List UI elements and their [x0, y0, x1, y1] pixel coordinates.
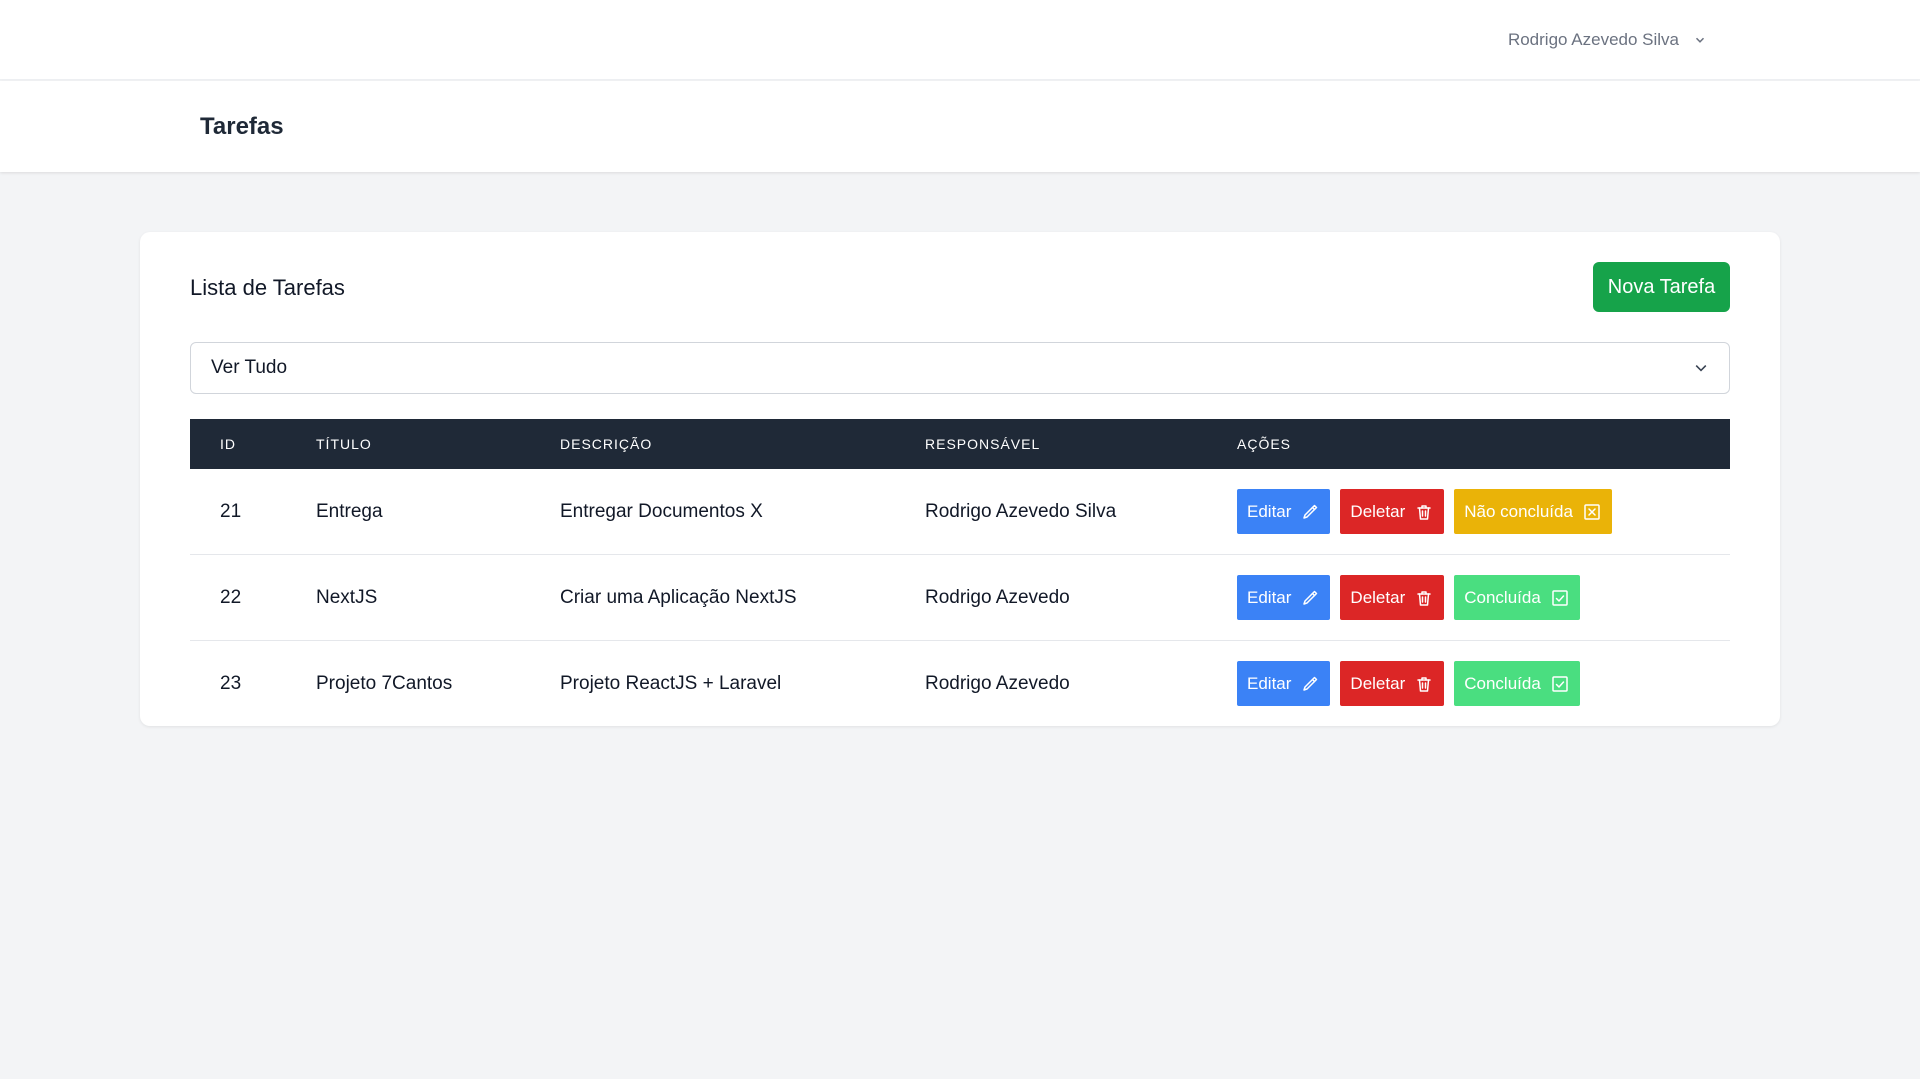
card-title: Lista de Tarefas	[190, 275, 345, 300]
x-square-icon	[1584, 503, 1600, 520]
edit-button-label: Editar	[1247, 673, 1292, 693]
table-header: ID TÍTULO DESCRIÇÃO RESPONSÁVEL AÇÕES	[190, 419, 1730, 469]
row-actions: Editar Deletar Concluída	[1237, 661, 1580, 706]
user-menu[interactable]: Rodrigo Azevedo Silva	[1508, 26, 1707, 54]
cell-id: 22	[220, 587, 242, 608]
edit-button[interactable]: Editar	[1237, 489, 1331, 534]
check-square-icon	[1552, 589, 1568, 606]
column-header-id: ID	[220, 436, 236, 452]
chevron-down-icon	[1695, 37, 1705, 43]
task-table: ID TÍTULO DESCRIÇÃO RESPONSÁVEL AÇÕES 21…	[190, 419, 1730, 727]
status-toggle-button[interactable]: Concluída	[1454, 661, 1580, 706]
cell-title: NextJS	[316, 587, 378, 608]
filter-selected-value: Ver Tudo	[211, 357, 288, 378]
chevron-down-icon	[1695, 365, 1707, 372]
status-toggle-button[interactable]: Concluída	[1454, 575, 1580, 620]
page-header: Tarefas	[0, 81, 1920, 172]
row-actions: Editar Deletar Concluída	[1237, 575, 1580, 620]
edit-button[interactable]: Editar	[1237, 575, 1331, 620]
status-toggle-button[interactable]: Não concluída	[1454, 489, 1612, 534]
table-row: 21 Entrega Entregar Documentos X Rodrigo Az…	[190, 469, 1730, 555]
cell-responsible: Rodrigo Azevedo	[925, 587, 1070, 608]
cell-description: Projeto ReactJS + Laravel	[560, 673, 782, 694]
check-square-icon	[1552, 675, 1568, 692]
table-row: 22 NextJS Criar uma Aplicação NextJS Rodrig…	[190, 555, 1730, 641]
edit-button-label: Editar	[1247, 501, 1292, 521]
trash-icon	[1417, 676, 1431, 692]
column-header-responsible: RESPONSÁVEL	[925, 436, 1041, 452]
filter-select[interactable]: Ver Tudo	[190, 342, 1730, 394]
status-label: Não concluída	[1464, 501, 1573, 521]
task-list-card: Lista de Tarefas Nova Tarefa Ver Tudo ID…	[140, 232, 1780, 726]
user-name: Rodrigo Azevedo Silva	[1507, 30, 1679, 49]
column-header-actions: AÇÕES	[1237, 436, 1292, 452]
pencil-icon	[1303, 590, 1318, 605]
new-task-button[interactable]: Nova Tarefa	[1593, 262, 1730, 312]
cell-id: 21	[220, 501, 242, 522]
row-actions: Editar Deletar Não concluída	[1237, 489, 1612, 534]
status-label: Concluída	[1464, 587, 1541, 607]
cell-id: 23	[220, 673, 242, 694]
trash-icon	[1417, 590, 1431, 606]
pencil-icon	[1303, 676, 1318, 691]
page-title: Tarefas	[200, 113, 284, 140]
column-header-title: TÍTULO	[316, 436, 372, 452]
cell-description: Entregar Documentos X	[560, 501, 763, 522]
table-row: 23 Projeto 7Cantos Projeto ReactJS + Larav…	[190, 641, 1730, 727]
cell-responsible: Rodrigo Azevedo Silva	[925, 501, 1117, 522]
delete-button-label: Deletar	[1350, 673, 1406, 693]
pencil-icon	[1303, 504, 1318, 519]
status-label: Concluída	[1464, 673, 1541, 693]
cell-title: Entrega	[316, 501, 383, 522]
cell-title: Projeto 7Cantos	[316, 673, 453, 694]
column-header-description: DESCRIÇÃO	[560, 436, 653, 452]
cell-responsible: Rodrigo Azevedo	[925, 673, 1070, 694]
delete-button[interactable]: Deletar	[1340, 575, 1445, 620]
delete-button-label: Deletar	[1350, 501, 1406, 521]
delete-button-label: Deletar	[1350, 587, 1406, 607]
top-navbar: Rodrigo Azevedo Silva	[0, 0, 1920, 80]
edit-button[interactable]: Editar	[1237, 661, 1331, 706]
edit-button-label: Editar	[1247, 587, 1292, 607]
delete-button[interactable]: Deletar	[1340, 661, 1445, 706]
trash-icon	[1417, 504, 1431, 520]
table-body: 21 Entrega Entregar Documentos X Rodrigo Az…	[190, 469, 1730, 727]
delete-button[interactable]: Deletar	[1340, 489, 1445, 534]
cell-description: Criar uma Aplicação NextJS	[560, 587, 797, 608]
